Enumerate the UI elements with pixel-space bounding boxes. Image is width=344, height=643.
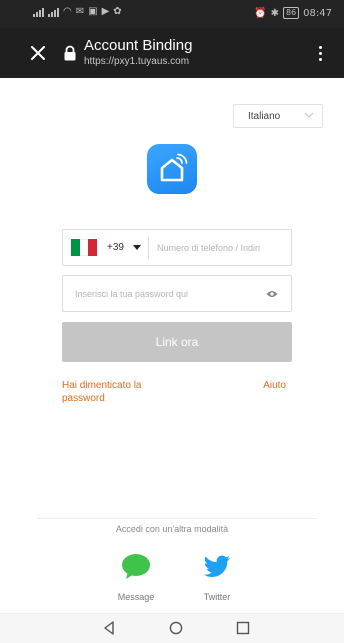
password-input-row [62,275,292,312]
status-icons-right: ⏰ ✱ 86 08:47 [254,7,332,19]
battery-icon: 86 [282,7,300,19]
close-icon [31,46,45,60]
eye-icon [266,290,278,297]
alarm-icon: ⏰ [254,7,267,19]
language-select[interactable]: Italiano [233,104,323,128]
home-icon[interactable] [169,621,183,635]
field-divider [147,236,149,259]
forgot-password-link[interactable]: Hai dimenticato la password [62,379,182,405]
app-bar: Account Binding https://pxy1.tuyaus.com [0,28,344,78]
more-options-button[interactable] [314,41,326,65]
country-code[interactable]: +39 [107,242,124,253]
country-code-dropdown-icon[interactable] [132,245,141,250]
status-time: 08:47 [303,7,332,19]
chevron-down-icon [304,112,314,118]
signal-1-icon [33,7,44,17]
bluetooth-icon: ✱ [270,7,279,19]
system-navigation-bar [0,613,344,643]
header-title-group: Account Binding https://pxy1.tuyaus.com [84,37,192,68]
phone-input-row: +39 [62,229,292,266]
wifi-icon: ◠ [63,6,72,17]
image-icon: ▣ [88,6,98,17]
phone-input[interactable] [154,241,287,254]
smart-home-icon [160,153,188,182]
close-button[interactable] [26,41,50,65]
message-bubble-icon [122,554,150,579]
alt-login-label: Accedi con un'altra modalità [115,524,229,534]
message-login-option[interactable]: Message [110,552,162,602]
alt-login-divider [37,518,317,519]
more-dot-icon [318,51,322,55]
mail-icon: ✉ [75,6,85,17]
link-now-button[interactable]: Link ora [62,322,292,362]
lock-icon [64,45,76,61]
signal-2-icon [48,7,59,17]
page-title: Account Binding [84,37,193,54]
status-bar: ◠ ✉ ▣ ▶ ✿ ⏰ ✱ 86 08:47 [0,0,344,28]
recent-apps-icon[interactable] [236,621,250,635]
back-icon[interactable] [102,621,116,635]
status-icons-left: ◠ ✉ ▣ ▶ ✿ [33,7,122,17]
help-link[interactable]: Aiuto [263,379,286,392]
twitter-option-label: Twitter [203,592,231,602]
more-dot-icon [318,57,322,61]
show-password-button[interactable] [265,289,279,299]
page-url: https://pxy1.tuyaus.com [84,56,190,67]
password-input[interactable] [73,287,265,300]
play-store-icon: ▶ [101,6,110,17]
app-logo [147,144,197,194]
app-notification-icon: ✿ [113,6,122,17]
italy-flag-icon[interactable] [71,239,98,256]
language-selected-value: Italiano [248,110,281,122]
twitter-bird-icon [203,555,230,577]
twitter-login-option[interactable]: Twitter [191,552,243,602]
message-option-label: Message [117,592,155,602]
more-dot-icon [318,45,322,49]
